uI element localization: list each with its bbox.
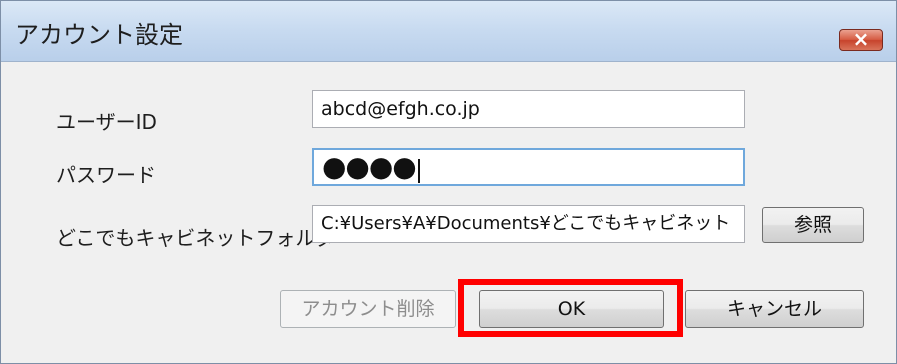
folder-path-input[interactable]: C:¥Users¥A¥Documents¥どこでもキャビネット (312, 205, 745, 243)
close-button[interactable]: × (839, 27, 883, 51)
user-id-label: ユーザーID (56, 110, 157, 134)
folder-label: どこでもキャビネットフォルダ (56, 226, 336, 250)
account-settings-dialog: アカウント設定 × ユーザーID abcd@efgh.co.jp パスワード ●… (0, 0, 897, 364)
password-mask: ●●●● (322, 150, 417, 183)
text-caret (417, 158, 420, 183)
title-bar[interactable]: アカウント設定 × (1, 1, 896, 62)
user-id-input[interactable]: abcd@efgh.co.jp (312, 90, 745, 128)
cancel-button[interactable]: キャンセル (685, 290, 864, 328)
close-icon: × (852, 27, 870, 51)
delete-account-button[interactable]: アカウント削除 (280, 290, 456, 328)
dialog-title: アカウント設定 (15, 21, 183, 49)
browse-button[interactable]: 参照 (762, 207, 864, 243)
ok-highlight-box (458, 279, 683, 337)
dialog-body: ユーザーID abcd@efgh.co.jp パスワード ●●●● どこでもキャ… (1, 62, 896, 363)
password-label: パスワード (56, 163, 156, 187)
password-input[interactable]: ●●●● (312, 148, 745, 186)
